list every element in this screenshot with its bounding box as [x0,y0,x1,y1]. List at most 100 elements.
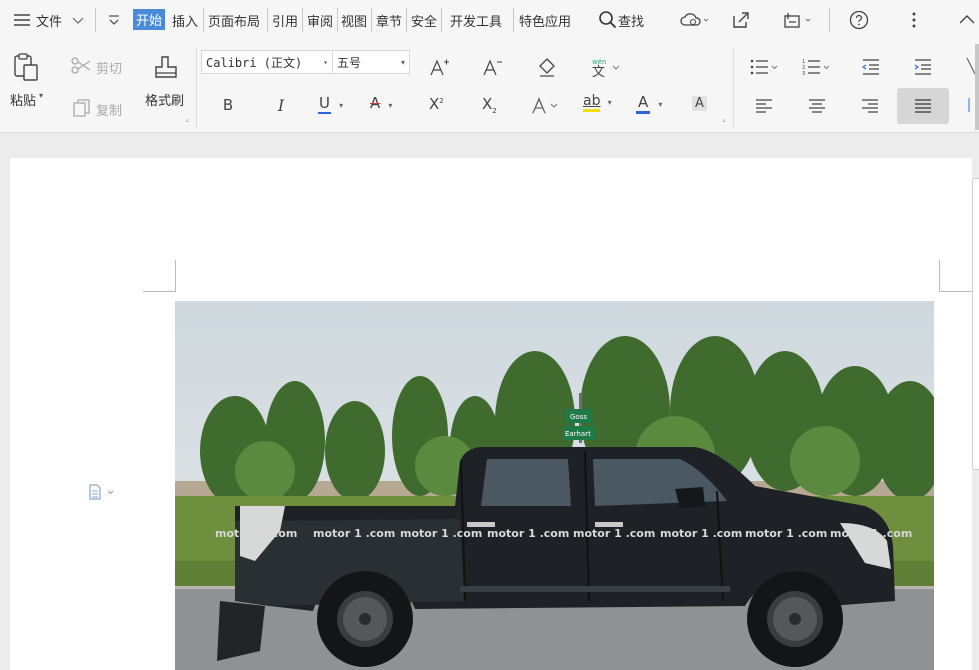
frame-icon[interactable] [782,10,811,32]
help-icon[interactable] [849,10,871,32]
watermark-text: motor 1 .com [660,527,742,540]
highlight-button[interactable]: ab ▾ [583,93,612,112]
tab-home[interactable]: 开始 [133,9,166,30]
highlight-label: ab [583,93,601,112]
cut-button[interactable]: 剪切 [96,58,122,77]
dropdown-arrow-icon: ▾ [400,58,405,67]
page-margin-corner [143,260,176,292]
menu-separator [302,8,303,32]
collapse-ribbon-icon[interactable] [957,10,979,32]
watermark-text: motor 1 .com [313,527,395,540]
tab-review[interactable]: 审阅 [307,11,333,30]
scissors-icon[interactable] [70,56,92,80]
tab-insert[interactable]: 插入 [172,11,198,30]
watermark-text: motor 1 .com [830,527,912,540]
grow-font-icon[interactable] [426,54,452,80]
vertical-scrollbar[interactable] [972,178,979,470]
format-painter-icon[interactable] [152,54,180,88]
superscript-button[interactable]: X2 [429,95,444,113]
align-center-icon[interactable] [808,98,826,118]
svg-text:文: 文 [592,65,605,78]
menu-separator [203,8,204,32]
street-sign-earhart: Earhart [565,430,591,438]
front-wheel [747,571,843,667]
menu-separator [95,8,96,32]
dropdown-arrow-icon: ▾ [658,100,663,109]
clear-formatting-icon[interactable] [533,54,559,80]
watermark-text: motor 1 .com [487,527,569,540]
font-color-label: A [636,93,651,114]
tab-page-layout[interactable]: 页面布局 [208,11,260,30]
paste-icon[interactable] [12,52,40,88]
bullet-list-icon[interactable] [750,58,782,80]
street-sign-goss: Goss [570,413,587,421]
chevron-down-icon[interactable] [70,10,92,32]
tab-security[interactable]: 安全 [411,11,437,30]
copy-icon[interactable] [72,98,92,122]
ribbon-toolbar: 粘贴 ▾ 剪切 复制 格式刷 ⌟ Calibri (正文) ▾ 五号 ▾ wén… [0,42,979,133]
file-menu[interactable]: 文件 [36,11,62,30]
menu-separator [829,8,830,32]
font-launcher-icon[interactable]: ⌟ [722,114,726,123]
strikethrough-label: A [370,94,381,112]
decrease-indent-icon[interactable] [861,58,881,80]
paragraph-layout-icon[interactable] [88,484,118,504]
tab-chapter[interactable]: 章节 [376,11,402,30]
menu-separator [371,8,372,32]
tab-developer-tools[interactable]: 开发工具 [450,11,502,30]
search-label[interactable]: 查找 [618,11,644,30]
font-color-button[interactable]: A ▾ [636,93,663,114]
menu-separator [406,8,407,32]
justify-button[interactable] [897,88,949,124]
subscript-button[interactable]: X2 [482,95,497,115]
shrink-font-icon[interactable] [479,54,505,80]
character-shading-button[interactable]: A [692,96,707,111]
font-name-value: Calibri (正文) [206,56,303,70]
paste-dropdown-icon[interactable]: ▾ [39,91,43,100]
tab-references[interactable]: 引用 [272,11,298,30]
svg-text:3: 3 [802,71,805,76]
increase-indent-icon[interactable] [913,58,933,80]
menu-separator [441,8,442,32]
cloud-sync-icon[interactable] [680,10,709,32]
embedded-truck-photo[interactable]: Goss Earhart motor 1 .com motor 1 .com m… [175,301,934,670]
menu-separator [513,8,514,32]
ribbon-scrollbar[interactable] [975,44,979,130]
format-painter-button[interactable]: 格式刷 [145,90,184,109]
copy-button[interactable]: 复制 [96,100,122,119]
subscript-label: X [482,95,493,113]
quick-access-icon[interactable] [106,11,128,33]
search-icon[interactable] [598,10,620,32]
superscript-label: X [429,95,440,113]
page-margin-corner [939,260,972,292]
underline-button[interactable]: U ▾ [318,94,343,114]
tab-view[interactable]: 视图 [341,11,367,30]
clipboard-launcher-icon[interactable]: ⌟ [185,114,189,123]
tab-special-apps[interactable]: 特色应用 [519,11,571,30]
share-icon[interactable] [731,10,753,32]
align-left-icon[interactable] [755,98,773,118]
numbered-list-icon[interactable]: 123 [802,58,834,80]
menu-separator [267,8,268,32]
watermark-text: motor 1 .com [573,527,655,540]
align-right-icon[interactable] [861,98,879,118]
font-size-value: 五号 [337,56,362,70]
font-name-select[interactable]: Calibri (正文) ▾ [201,50,333,74]
text-effect-icon[interactable] [531,96,561,120]
group-separator [733,48,734,128]
hamburger-menu-icon[interactable] [12,10,34,32]
paste-button[interactable]: 粘贴 [10,90,36,109]
bold-button[interactable]: B [215,92,241,118]
underline-label: U [318,94,331,114]
strikethrough-button[interactable]: A ▾ [370,94,392,112]
font-size-select[interactable]: 五号 ▾ [332,50,410,74]
menu-bar: 文件 开始 插入 页面布局 引用 审阅 视图 章节 安全 开发工具 特色应用 查… [0,0,979,42]
phonetic-guide-icon[interactable]: wén 文 [590,56,624,82]
dropdown-arrow-icon: ▾ [607,98,612,107]
watermark-text: motor 1 .com [400,527,482,540]
italic-button[interactable]: I [268,92,294,118]
dropdown-arrow-icon: ▾ [388,101,393,110]
group-separator [196,48,197,128]
more-options-icon[interactable] [906,10,928,32]
watermark-text: motor 1 .com [745,527,827,540]
